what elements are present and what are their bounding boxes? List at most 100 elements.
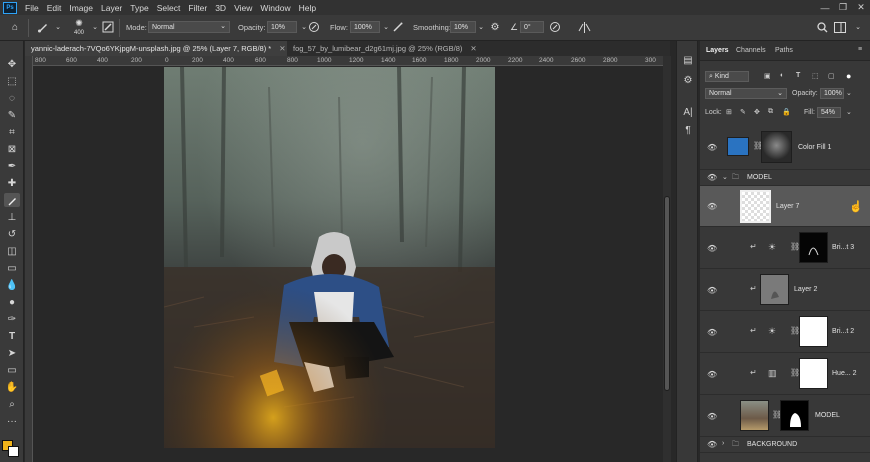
type-tool-icon[interactable]: T [4,329,20,343]
history-panel-icon[interactable]: ▤ [681,53,695,67]
background-color-swatch[interactable] [8,446,19,457]
chevron-down-icon[interactable]: ⌄ [846,108,852,116]
crop-tool-icon[interactable]: ⌗ [4,125,20,139]
chevron-down-icon[interactable]: ⌄ [88,20,102,34]
airbrush-icon[interactable] [391,20,405,34]
visibility-eye-icon[interactable]: 👁 [707,244,717,254]
path-select-tool-icon[interactable]: ➤ [4,346,20,360]
layer-row-background-group[interactable]: 👁 › 🗀 BACKGROUND [700,437,870,453]
close-tab-icon[interactable]: ✕ [470,44,476,53]
filter-toggle-icon[interactable]: ● [846,71,851,81]
symmetry-icon[interactable] [577,20,591,34]
blend-mode-select[interactable]: Normal ⌄ [705,88,787,99]
character-panel-icon[interactable]: A| [681,105,695,119]
lasso-tool-icon[interactable]: ◌ [4,91,20,105]
tab-paths[interactable]: Paths [775,47,793,54]
gradient-tool-icon[interactable]: ▭ [4,261,20,275]
pressure-opacity-icon[interactable] [307,20,321,34]
flow-input[interactable]: 100% [350,21,380,33]
visibility-eye-icon[interactable]: 👁 [707,328,717,338]
rectangle-tool-icon[interactable]: ▭ [4,363,20,377]
lock-transparent-icon[interactable]: ⊞ [726,108,732,116]
quick-select-tool-icon[interactable]: ✎ [4,108,20,122]
fill-input[interactable]: 54% [817,107,841,118]
angle-icon[interactable]: ∠ [507,20,521,34]
layer-row-brightness-3[interactable]: 👁 ↵ ☀ ⛓ Bri...t 3 [700,227,870,269]
chevron-down-icon[interactable]: ⌄ [851,20,865,34]
layer-row-model-group[interactable]: 👁 ⌄ 🗀 MODEL [700,170,870,186]
layer-row-color-fill-1[interactable]: 👁 ⛓ Color Fill 1 [700,125,870,170]
properties-panel-icon[interactable]: ⚙ [681,73,695,87]
layer-row-layer-7[interactable]: 👁 Layer 7 ☝ [700,186,870,227]
layer-row-layer-2[interactable]: 👁 ↵ Layer 2 [700,269,870,311]
menu-edit[interactable]: Edit [43,3,66,13]
visibility-eye-icon[interactable]: 👁 [707,440,717,450]
vertical-scrollbar[interactable] [663,56,671,462]
hand-tool-icon[interactable]: ✋ [4,380,20,394]
menu-help[interactable]: Help [295,3,320,13]
close-tab-icon[interactable]: ✕ [279,44,285,53]
paragraph-panel-icon[interactable]: ¶ [681,123,695,137]
filter-kind-select[interactable]: ⌕ Kind [705,71,749,82]
tab-channels[interactable]: Channels [736,47,766,54]
workspace-icon[interactable] [833,20,847,34]
lock-position-icon[interactable]: ✥ [754,108,760,116]
menu-view[interactable]: View [230,3,256,13]
home-icon[interactable]: ⌂ [8,20,22,34]
filter-shape-icon[interactable]: ⬚ [812,72,819,80]
tab-fog[interactable]: fog_57_by_lumibear_d2g61mj.jpg @ 25% (RG… [287,41,487,56]
tab-layers[interactable]: Layers [706,47,729,54]
lock-all-icon[interactable]: 🔒 [782,108,791,116]
menu-window[interactable]: Window [256,3,294,13]
chevron-down-icon[interactable]: ⌄ [846,89,852,97]
visibility-eye-icon[interactable]: 👁 [707,143,717,153]
marquee-tool-icon[interactable]: ⬚ [4,74,20,88]
lock-artboard-icon[interactable]: ⧉ [768,108,773,116]
layer-row-hue-2[interactable]: 👁 ↵ ▥ ⛓ Hue... 2 [700,353,870,395]
document-image[interactable] [164,67,495,448]
pen-tool-icon[interactable]: ✑ [4,312,20,326]
mode-select[interactable]: Normal ⌄ [148,21,230,33]
filter-pixel-icon[interactable]: ▣ [764,72,771,80]
brush-settings-icon[interactable] [101,20,115,34]
layer-opacity-input[interactable]: 100% [820,88,844,99]
menu-file[interactable]: File [21,3,43,13]
layer-row-brightness-2[interactable]: 👁 ↵ ☀ ⛓ Bri...t 2 [700,311,870,353]
more-tools-icon[interactable]: ··· [4,414,20,428]
visibility-eye-icon[interactable]: 👁 [707,370,717,380]
brush-preset-icon[interactable] [36,20,50,34]
visibility-eye-icon[interactable]: 👁 [707,173,717,183]
move-tool-icon[interactable]: ✥ [4,57,20,71]
smoothing-input[interactable]: 10% [450,21,476,33]
smoothing-options-gear-icon[interactable]: ⚙ [488,20,502,34]
dodge-tool-icon[interactable]: ● [4,295,20,309]
visibility-eye-icon[interactable]: 👁 [707,412,717,422]
visibility-eye-icon[interactable]: 👁 [707,286,717,296]
brush-tool-icon[interactable] [4,193,20,207]
maximize-icon[interactable]: ❐ [834,0,852,15]
filter-type-icon[interactable]: T [796,72,800,79]
visibility-eye-icon[interactable]: 👁 [707,202,717,212]
menu-type[interactable]: Type [126,3,152,13]
search-icon[interactable] [815,20,829,34]
zoom-tool-icon[interactable]: ⌕ [4,397,20,411]
filter-adjustment-icon[interactable]: ◐ [780,72,784,79]
panel-menu-icon[interactable]: ≡ [858,46,862,53]
history-brush-tool-icon[interactable]: ↺ [4,227,20,241]
tab-yannic-laderach[interactable]: yannic-laderach-7VQo6YKjpgM-unsplash.jpg… [25,41,287,56]
angle-input[interactable]: 0° [520,21,544,33]
clone-stamp-tool-icon[interactable]: ⊥ [4,210,20,224]
chevron-down-icon[interactable]: ⌄ [51,20,65,34]
layer-row-model[interactable]: 👁 ⛓ MODEL [700,395,870,437]
menu-image[interactable]: Image [65,3,97,13]
chevron-down-icon[interactable]: ⌄ [474,20,488,34]
eraser-tool-icon[interactable]: ◫ [4,244,20,258]
menu-3d[interactable]: 3D [211,3,230,13]
chevron-right-icon[interactable]: › [722,440,724,447]
frame-tool-icon[interactable]: ⊠ [4,142,20,156]
pressure-size-icon[interactable] [548,20,562,34]
eyedropper-tool-icon[interactable]: ✒ [4,159,20,173]
filter-smart-object-icon[interactable]: ▢ [828,72,835,80]
chevron-down-icon[interactable]: ⌄ [722,173,728,181]
lock-image-icon[interactable]: ✎ [740,108,746,116]
